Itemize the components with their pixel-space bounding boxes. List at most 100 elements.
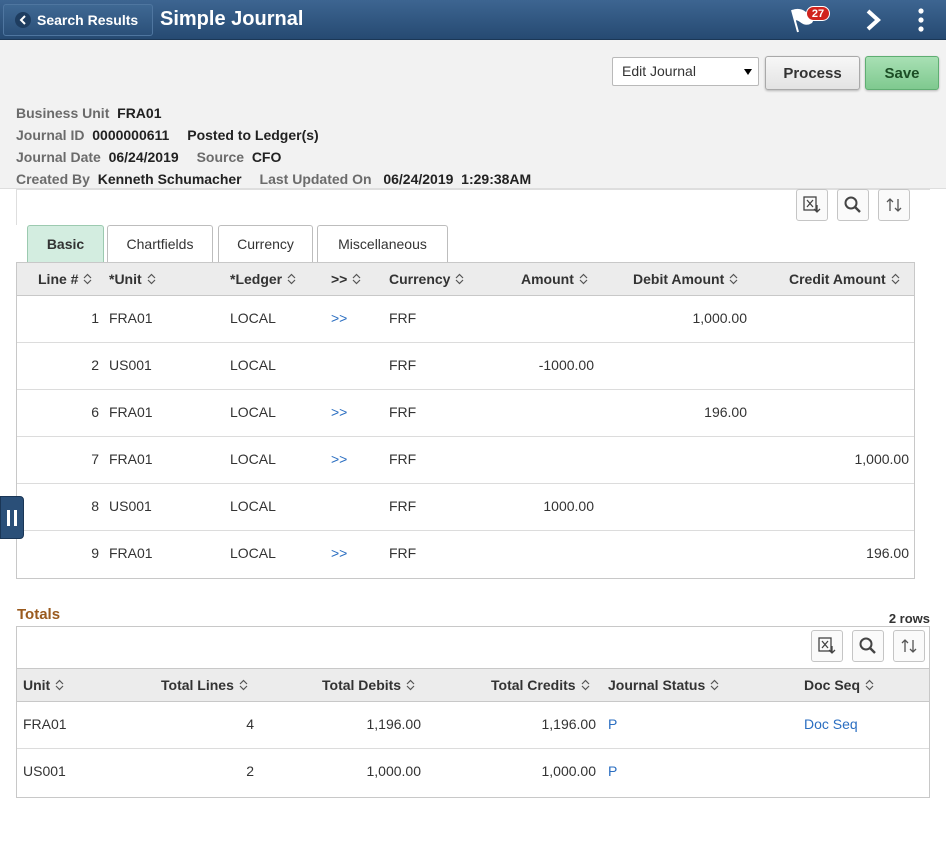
cell-credit: 196.00	[866, 545, 909, 561]
business-unit-value: FRA01	[117, 105, 162, 121]
cell-line: 7	[91, 451, 99, 467]
totals-col-lines[interactable]: Total Lines	[161, 677, 248, 693]
col-header-ledger-label: *Ledger	[230, 271, 283, 287]
sort-arrows-icon	[84, 273, 92, 285]
cell-doc-seq-link[interactable]: Doc Seq	[804, 716, 858, 732]
grid-search-button[interactable]	[837, 189, 869, 221]
tab-basic[interactable]: Basic	[27, 225, 104, 262]
totals-col-lines-label: Total Lines	[161, 677, 234, 693]
col-header-currency[interactable]: Currency	[389, 271, 464, 287]
col-header-line-label: Line #	[38, 271, 79, 287]
journal-status-text: Posted to Ledger(s)	[187, 127, 319, 143]
totals-col-debits-label: Total Debits	[322, 677, 402, 693]
last-updated-value: 06/24/2019 1:29:38AM	[383, 171, 532, 187]
back-button-label: Search Results	[37, 12, 139, 28]
cell-journal-status-link[interactable]: P	[608, 763, 617, 779]
business-unit-line: Business Unit FRA01	[16, 105, 162, 121]
sort-arrows-icon	[147, 273, 156, 285]
journal-date-label: Journal Date	[16, 149, 101, 165]
cell-total-debits: 1,196.00	[366, 716, 422, 732]
cell-unit: FRA01	[109, 310, 153, 326]
totals-col-docseq[interactable]: Doc Seq	[804, 677, 874, 693]
chevron-right-icon[interactable]	[862, 8, 884, 32]
sort-arrows-icon	[710, 679, 719, 691]
cell-ledger: LOCAL	[230, 498, 276, 514]
dropdown-caret-icon	[744, 69, 752, 75]
save-button[interactable]: Save	[865, 56, 939, 90]
col-header-debit[interactable]: Debit Amount	[633, 271, 738, 287]
totals-col-unit[interactable]: Unit	[23, 677, 64, 693]
totals-sort-button[interactable]	[893, 630, 925, 662]
totals-row-count: 2 rows	[888, 611, 930, 626]
sort-arrows-icon	[456, 273, 464, 285]
cell-line: 8	[91, 498, 99, 514]
more-actions-icon[interactable]	[912, 7, 930, 33]
col-header-amount[interactable]: Amount	[521, 271, 588, 287]
cell-ledger: LOCAL	[230, 310, 276, 326]
col-header-unit[interactable]: *Unit	[109, 271, 156, 287]
search-icon	[859, 637, 876, 654]
export-excel-button[interactable]	[796, 189, 828, 221]
process-button[interactable]: Process	[765, 56, 860, 90]
cell-amount: -1000.00	[538, 357, 594, 373]
col-header-credit[interactable]: Credit Amount	[789, 271, 900, 287]
grid-header-row: Line # *Unit *Ledger >> Currency Amount …	[17, 263, 914, 296]
cell-amount: 1000.00	[543, 498, 594, 514]
cell-line: 1	[91, 310, 99, 326]
col-header-unit-label: *Unit	[109, 271, 142, 287]
cell-currency: FRF	[389, 404, 417, 420]
col-header-currency-label: Currency	[389, 271, 451, 287]
cell-debit: 1,000.00	[692, 310, 748, 326]
section-border	[16, 189, 17, 225]
sort-arrows-icon	[55, 679, 64, 691]
cell-currency: FRF	[389, 498, 417, 514]
notification-badge: 27	[806, 6, 830, 21]
cell-unit: US001	[23, 763, 66, 779]
section-divider	[16, 189, 930, 190]
cell-more-link[interactable]: >>	[331, 310, 347, 326]
cell-more-link[interactable]: >>	[331, 451, 347, 467]
table-row: 1 FRA01 LOCAL >> FRF 1,000.00	[17, 296, 914, 343]
totals-col-credits[interactable]: Total Credits	[491, 677, 590, 693]
totals-col-status[interactable]: Journal Status	[608, 677, 719, 693]
totals-title: Totals	[17, 606, 61, 623]
tab-miscellaneous[interactable]: Miscellaneous	[317, 225, 448, 262]
totals-export-excel-button[interactable]	[811, 630, 843, 662]
col-header-line[interactable]: Line #	[38, 271, 92, 287]
cell-currency: FRF	[389, 310, 417, 326]
pause-bar-icon	[7, 509, 10, 526]
sort-arrows-icon	[891, 273, 900, 285]
cell-more-link[interactable]: >>	[331, 545, 347, 561]
journal-header-area: Edit Journal Process Save Business Unit …	[0, 40, 946, 189]
cell-line: 6	[91, 404, 99, 420]
totals-col-debits[interactable]: Total Debits	[322, 677, 415, 693]
journal-lines-grid: Line # *Unit *Ledger >> Currency Amount …	[16, 262, 915, 579]
col-header-more-label: >>	[331, 271, 348, 287]
journal-id-value: 0000000611	[92, 127, 170, 143]
back-button[interactable]: Search Results	[3, 4, 153, 36]
cell-journal-status-link[interactable]: P	[608, 716, 617, 732]
journal-lines-section: Basic Chartfields Currency Miscellaneous…	[16, 189, 930, 579]
col-header-ledger[interactable]: *Ledger	[230, 271, 296, 287]
col-header-more[interactable]: >>	[331, 271, 361, 287]
tab-chartfields[interactable]: Chartfields	[107, 225, 213, 262]
cell-ledger: LOCAL	[230, 404, 276, 420]
totals-header-row: Unit Total Lines Total Debits Total Cred…	[17, 668, 929, 702]
created-by-label: Created By	[16, 171, 90, 187]
grid-sort-button[interactable]	[878, 189, 910, 221]
sort-arrows-icon	[579, 273, 588, 285]
action-select[interactable]: Edit Journal	[612, 57, 759, 86]
tab-currency[interactable]: Currency	[218, 225, 313, 262]
totals-search-button[interactable]	[852, 630, 884, 662]
created-by-line: Created By Kenneth Schumacher Last Updat…	[16, 171, 531, 187]
cell-unit: FRA01	[109, 404, 153, 420]
table-row: 9 FRA01 LOCAL >> FRF 196.00	[17, 531, 914, 578]
cell-unit: US001	[109, 357, 152, 373]
cell-unit: FRA01	[23, 716, 67, 732]
source-label: Source	[196, 149, 245, 165]
journal-id-label: Journal ID	[16, 127, 85, 143]
side-panel-toggle[interactable]	[0, 496, 24, 539]
table-row: 8 US001 LOCAL FRF 1000.00	[17, 484, 914, 531]
sort-arrows-icon	[239, 679, 248, 691]
cell-more-link[interactable]: >>	[331, 404, 347, 420]
